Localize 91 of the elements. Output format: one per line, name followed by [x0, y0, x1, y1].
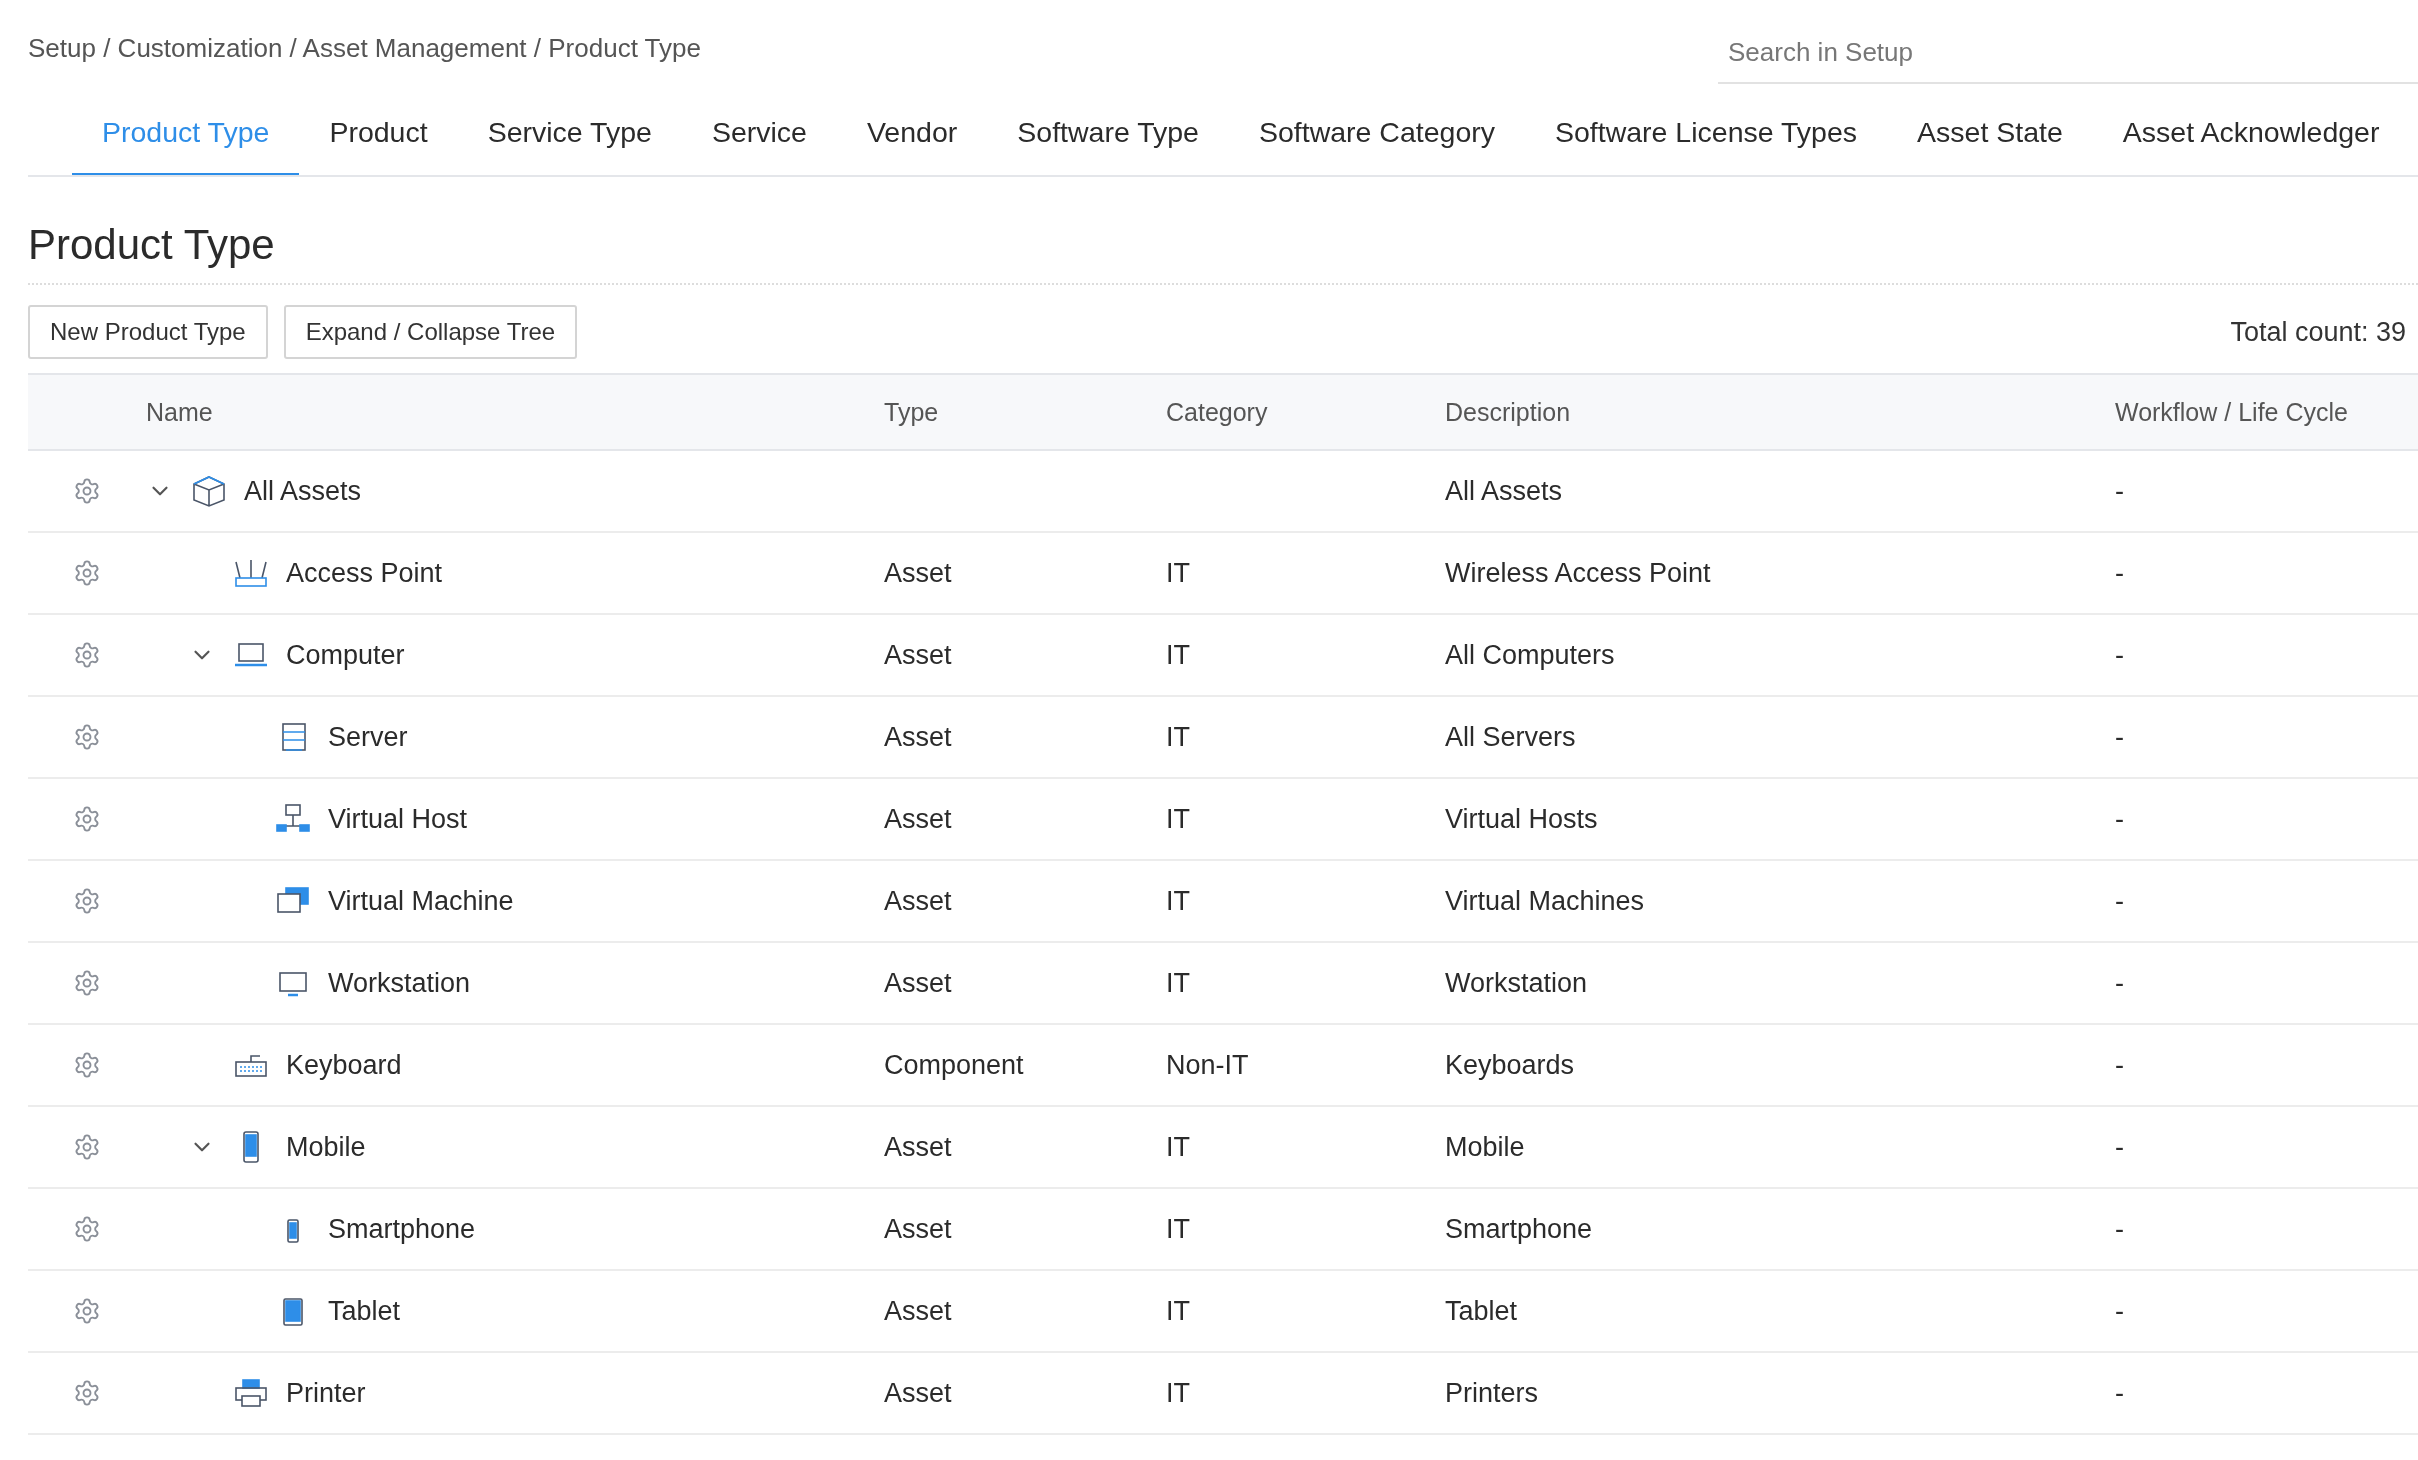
description-cell-text: Workstation	[1445, 967, 1589, 999]
settings-icon[interactable]	[73, 805, 101, 833]
workflow-cell-text: -	[2115, 475, 2125, 507]
column-header: Name	[146, 397, 214, 427]
settings-icon[interactable]	[73, 559, 101, 587]
description-cell-text: Virtual Machines	[1445, 885, 1646, 917]
workflow-cell-text: -	[2115, 1377, 2125, 1409]
type-cell-text: Asset	[884, 557, 953, 589]
column-header: Workflow / Life Cycle	[2115, 397, 2349, 427]
description-cell-text: All Assets	[1445, 475, 1564, 507]
name-cell: Keyboard	[286, 1049, 402, 1081]
type-cell-text: Asset	[884, 885, 953, 917]
tab[interactable]: Service Type	[457, 84, 682, 175]
category-cell-text: IT	[1166, 1131, 1191, 1163]
settings-icon[interactable]	[73, 723, 101, 751]
workflow-cell-text: -	[2115, 639, 2125, 671]
workflow-cell-text: -	[2115, 721, 2125, 753]
description-cell-text: Virtual Hosts	[1445, 803, 1599, 835]
type-cell-text: Asset	[884, 639, 953, 671]
settings-icon[interactable]	[73, 1379, 101, 1407]
tab[interactable]: Software Type	[987, 84, 1229, 175]
total-count: Total count: 39	[2230, 316, 2406, 348]
name-cell: Printer	[286, 1377, 366, 1409]
tab[interactable]: Asset Acknowledger	[2092, 84, 2410, 175]
workflow-cell-text: -	[2115, 557, 2125, 589]
name-cell: Access Point	[286, 557, 443, 589]
expand-collapse-button[interactable]: Expand / Collapse Tree	[283, 305, 578, 359]
category-cell-text: IT	[1166, 639, 1191, 671]
category-cell-text: IT	[1166, 885, 1191, 917]
column-header: Category	[1166, 397, 1269, 427]
description-cell-text: Keyboards	[1445, 1049, 1576, 1081]
column-header: Type	[884, 397, 940, 427]
type-cell-text: Asset	[884, 1295, 953, 1327]
type-cell-text: Asset	[884, 1131, 953, 1163]
workflow-cell-text: -	[2115, 967, 2125, 999]
description-cell-text: Printers	[1445, 1377, 1540, 1409]
description-cell-text: Mobile	[1445, 1131, 1526, 1163]
name-cell: Virtual Machine	[328, 885, 514, 917]
type-cell-text: Asset	[884, 967, 953, 999]
type-cell-text: Asset	[884, 721, 953, 753]
category-cell-text: IT	[1166, 1377, 1191, 1409]
type-cell-text: Asset	[884, 1377, 953, 1409]
cube-icon	[190, 474, 228, 508]
settings-icon[interactable]	[73, 1215, 101, 1243]
breadcrumb: Setup / Customization / Asset Management / Product Type	[28, 33, 701, 64]
category-cell-text: IT	[1166, 1213, 1191, 1245]
printer-icon	[232, 1376, 270, 1410]
workflow-cell-text: -	[2115, 1295, 2125, 1327]
settings-icon[interactable]	[73, 969, 101, 997]
tab[interactable]: Product	[299, 84, 458, 175]
page-title: Product Type	[28, 221, 2418, 285]
name-cell: Smartphone	[328, 1213, 476, 1245]
tab[interactable]: Service	[681, 84, 837, 175]
category-cell-text: IT	[1166, 967, 1191, 999]
description-cell-text: Tablet	[1445, 1295, 1519, 1327]
description-cell-text: All Servers	[1445, 721, 1577, 753]
settings-icon[interactable]	[73, 1133, 101, 1161]
tab[interactable]: Software Category	[1228, 84, 1525, 175]
description-cell-text: Wireless Access Point	[1445, 557, 1712, 589]
workflow-cell-text: -	[2115, 1131, 2125, 1163]
type-cell-text: Asset	[884, 803, 953, 835]
settings-icon[interactable]	[73, 1051, 101, 1079]
name-cell: Mobile	[286, 1131, 366, 1163]
name-cell: Virtual Host	[328, 803, 468, 835]
name-cell: Workstation	[328, 967, 471, 999]
name-cell: All Assets	[244, 475, 362, 507]
tab[interactable]: Software License Types	[1525, 84, 1888, 175]
type-cell-text: Asset	[884, 1213, 953, 1245]
category-cell-text: IT	[1166, 803, 1191, 835]
column-header: Description	[1445, 397, 1572, 427]
description-cell-text: Smartphone	[1445, 1213, 1594, 1245]
name-cell: Server	[328, 721, 408, 753]
tab[interactable]: Vendor	[836, 84, 988, 175]
tab[interactable]: Asset State	[1887, 84, 2093, 175]
category-cell-text: IT	[1166, 721, 1191, 753]
workflow-cell-text: -	[2115, 803, 2125, 835]
category-cell-text: Non-IT	[1166, 1049, 1250, 1081]
name-cell: Computer	[286, 639, 405, 671]
name-cell: Tablet	[328, 1295, 401, 1327]
new-button[interactable]: New Product Type	[28, 305, 268, 359]
settings-icon[interactable]	[73, 477, 101, 505]
description-cell-text: All Computers	[1445, 639, 1616, 671]
workflow-cell-text: -	[2115, 1049, 2125, 1081]
workflow-cell-text: -	[2115, 885, 2125, 917]
settings-icon[interactable]	[73, 887, 101, 915]
workflow-cell-text: -	[2115, 1213, 2125, 1245]
settings-icon[interactable]	[73, 1297, 101, 1325]
category-cell-text: IT	[1166, 557, 1191, 589]
type-cell-text: Component	[884, 1049, 1025, 1081]
settings-icon[interactable]	[73, 641, 101, 669]
category-cell-text: IT	[1166, 1295, 1191, 1327]
